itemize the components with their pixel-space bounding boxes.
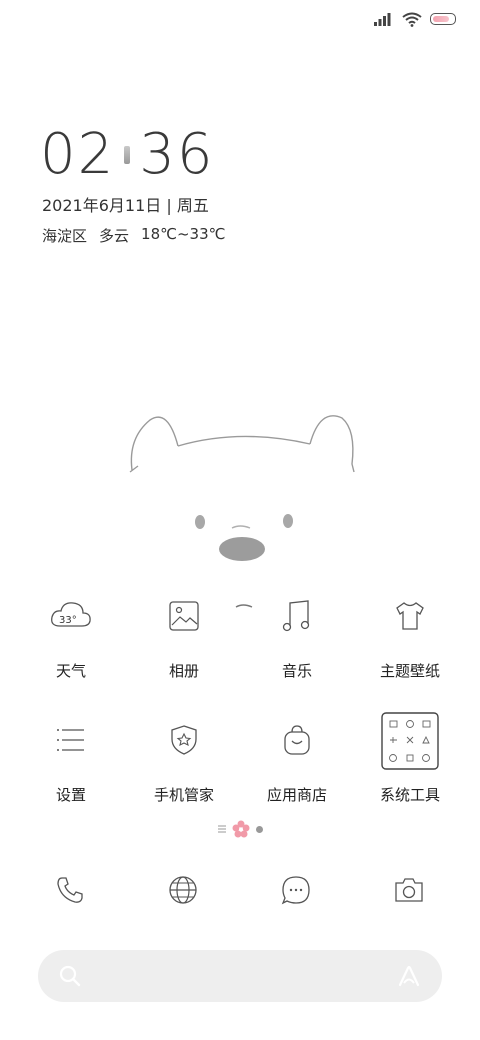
clock-minute: 36: [139, 122, 215, 187]
app-weather[interactable]: 33° 天气: [16, 592, 126, 681]
app-gallery[interactable]: 相册: [129, 592, 239, 681]
messages-icon: [281, 876, 310, 905]
weather-range: 18℃~33℃: [141, 225, 226, 243]
assistant-icon[interactable]: [396, 964, 422, 988]
dock-phone[interactable]: [46, 866, 94, 914]
store-bag-icon: [273, 716, 321, 764]
app-label: 天气: [55, 662, 86, 680]
pager-list-icon: [217, 825, 226, 833]
app-themes[interactable]: 主题壁纸: [355, 592, 465, 681]
weather-condition: 多云: [99, 227, 130, 245]
folder-icon: [381, 712, 439, 770]
dock-browser[interactable]: [159, 866, 207, 914]
shield-icon: [160, 716, 208, 764]
app-settings[interactable]: 设置: [16, 716, 126, 805]
weather-cloud-icon: 33°: [47, 592, 95, 640]
app-label: 音乐: [281, 662, 312, 680]
battery-level: [433, 16, 449, 22]
weather-app-temp: 33°: [59, 615, 77, 626]
app-music[interactable]: 音乐: [242, 592, 352, 681]
app-security[interactable]: 手机管家: [129, 716, 239, 805]
app-store[interactable]: 应用商店: [242, 716, 352, 805]
gallery-icon: [160, 592, 208, 640]
weather-summary[interactable]: 海淀区 多云 18℃~33℃: [42, 225, 225, 246]
battery-icon: [430, 13, 456, 25]
list-icon: [47, 716, 95, 764]
dock-messages[interactable]: [272, 866, 320, 914]
clock-widget[interactable]: 02 36: [40, 122, 215, 187]
pager-flower-icon: [232, 820, 249, 838]
app-label: 应用商店: [266, 786, 327, 804]
app-label: 主题壁纸: [379, 662, 440, 680]
bear-wallpaper: [129, 415, 355, 608]
wifi-icon: [402, 12, 422, 27]
camera-icon: [395, 878, 423, 902]
dock-camera[interactable]: [385, 866, 433, 914]
weather-district: 海淀区: [42, 227, 88, 245]
app-label: 相册: [168, 662, 199, 680]
signal-icon: [374, 13, 391, 26]
browser-icon: [169, 876, 197, 904]
app-label: 手机管家: [153, 786, 214, 804]
phone-icon: [57, 877, 83, 903]
status-bar: [374, 8, 456, 30]
search-icon: [59, 965, 81, 987]
tshirt-icon: [386, 592, 434, 640]
date-text: 2021年6月11日 | 周五: [42, 196, 209, 215]
search-bar[interactable]: [38, 950, 442, 1004]
pager-dot: [255, 825, 263, 833]
clock-separator: [124, 145, 131, 164]
folder-system-tools[interactable]: 系统工具: [355, 712, 465, 805]
app-label: 设置: [55, 786, 86, 804]
app-label: 系统工具: [379, 786, 440, 804]
clock-hour: 02: [40, 122, 116, 187]
page-indicator[interactable]: [0, 820, 480, 838]
music-note-icon: [273, 592, 321, 640]
search-input[interactable]: [96, 950, 380, 1004]
